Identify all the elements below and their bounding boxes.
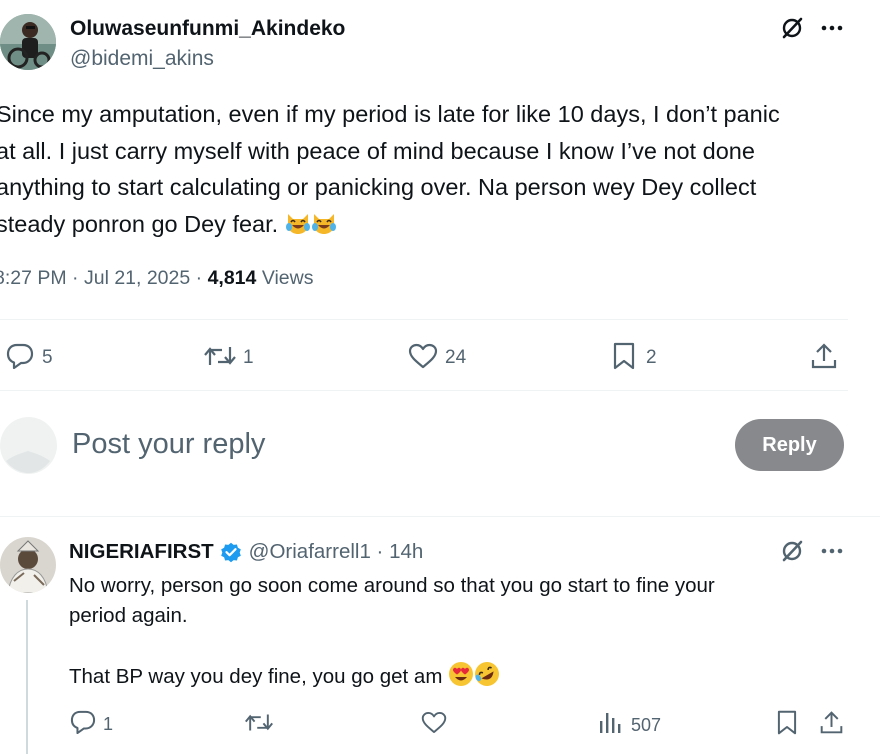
author-name[interactable]: Oluwaseunfunmi_Akindeko bbox=[70, 17, 345, 41]
divider bbox=[0, 319, 848, 320]
post-text-line-text: steady ponron go Dey fear. bbox=[0, 210, 279, 237]
reply-views-count: 507 bbox=[631, 715, 662, 735]
share-icon[interactable] bbox=[810, 341, 838, 371]
reply-text: No worry, person go soon come around so … bbox=[69, 571, 869, 692]
cat-tears-of-joy-emoji bbox=[311, 210, 337, 236]
views-analytics-icon[interactable] bbox=[598, 711, 622, 735]
post-text: Since my amputation, even if my period i… bbox=[0, 96, 876, 242]
repost-icon[interactable] bbox=[203, 343, 237, 369]
bookmark-icon[interactable] bbox=[612, 341, 636, 371]
post-text-line: steady ponron go Dey fear. bbox=[0, 206, 876, 243]
divider bbox=[0, 390, 848, 391]
verified-badge-icon[interactable] bbox=[219, 540, 243, 564]
reply-text-line: No worry, person go soon come around so … bbox=[69, 574, 715, 597]
heart-eyes-emoji bbox=[448, 661, 474, 687]
post-date[interactable]: Jul 21, 2025 bbox=[84, 267, 190, 289]
views-count: 4,814 bbox=[207, 267, 257, 289]
reply-icon[interactable] bbox=[6, 343, 34, 369]
post-time[interactable]: 8:27 PM bbox=[0, 267, 67, 289]
reply-icon[interactable] bbox=[70, 710, 96, 734]
author-handle[interactable]: @bidemi_akins bbox=[70, 47, 214, 71]
post-text-line: at all. I just carry myself with peace o… bbox=[0, 137, 755, 164]
rolling-on-floor-laughing-emoji bbox=[474, 661, 500, 687]
post-meta: 8:27 PM · Jul 21, 2025 · 4,814 Views bbox=[0, 267, 313, 290]
like-icon[interactable] bbox=[421, 711, 447, 734]
reply-author-avatar[interactable] bbox=[0, 537, 56, 593]
like-icon[interactable] bbox=[408, 343, 438, 369]
current-user-avatar[interactable] bbox=[0, 417, 57, 474]
reply-text-span: That BP way you dey fine, you go get am bbox=[69, 665, 443, 688]
separator-dot: · bbox=[72, 267, 84, 289]
views-label: Views bbox=[261, 267, 314, 289]
grok-slash-icon[interactable] bbox=[780, 539, 804, 563]
reply-count: 5 bbox=[42, 347, 53, 368]
grok-slash-icon[interactable] bbox=[780, 16, 804, 40]
more-options-icon[interactable] bbox=[820, 24, 844, 32]
bookmark-count: 2 bbox=[646, 347, 657, 368]
author-avatar[interactable] bbox=[0, 14, 56, 70]
reply-text-line: period again. bbox=[69, 604, 188, 627]
reply-author-name[interactable]: NIGERIAFIRST bbox=[69, 540, 214, 564]
repost-icon[interactable] bbox=[244, 711, 274, 734]
reply-time[interactable]: 14h bbox=[389, 540, 423, 564]
separator-dot: · bbox=[370, 540, 390, 563]
reply-text-line: That BP way you dey fine, you go get am bbox=[69, 661, 869, 692]
reply-reply-count: 1 bbox=[103, 714, 114, 734]
divider bbox=[0, 516, 880, 517]
separator-dot: · bbox=[195, 267, 208, 289]
cat-tears-of-joy-emoji bbox=[285, 210, 311, 236]
post-text-line: anything to start calculating or panicki… bbox=[0, 174, 757, 200]
like-count: 24 bbox=[445, 347, 467, 368]
repost-count: 1 bbox=[243, 347, 254, 368]
bookmark-icon[interactable] bbox=[776, 709, 798, 736]
post-text-line: Since my amputation, even if my period i… bbox=[0, 101, 780, 127]
reply-header: NIGERIAFIRST @Oriafarrell1 · 14h bbox=[69, 540, 423, 564]
more-options-icon[interactable] bbox=[820, 547, 844, 555]
reply-button[interactable]: Reply bbox=[735, 419, 844, 471]
share-icon[interactable] bbox=[819, 709, 844, 736]
reply-author-handle[interactable]: @Oriafarrell1 bbox=[249, 540, 371, 564]
thread-line bbox=[26, 600, 28, 754]
reply-input[interactable]: Post your reply bbox=[72, 428, 265, 461]
